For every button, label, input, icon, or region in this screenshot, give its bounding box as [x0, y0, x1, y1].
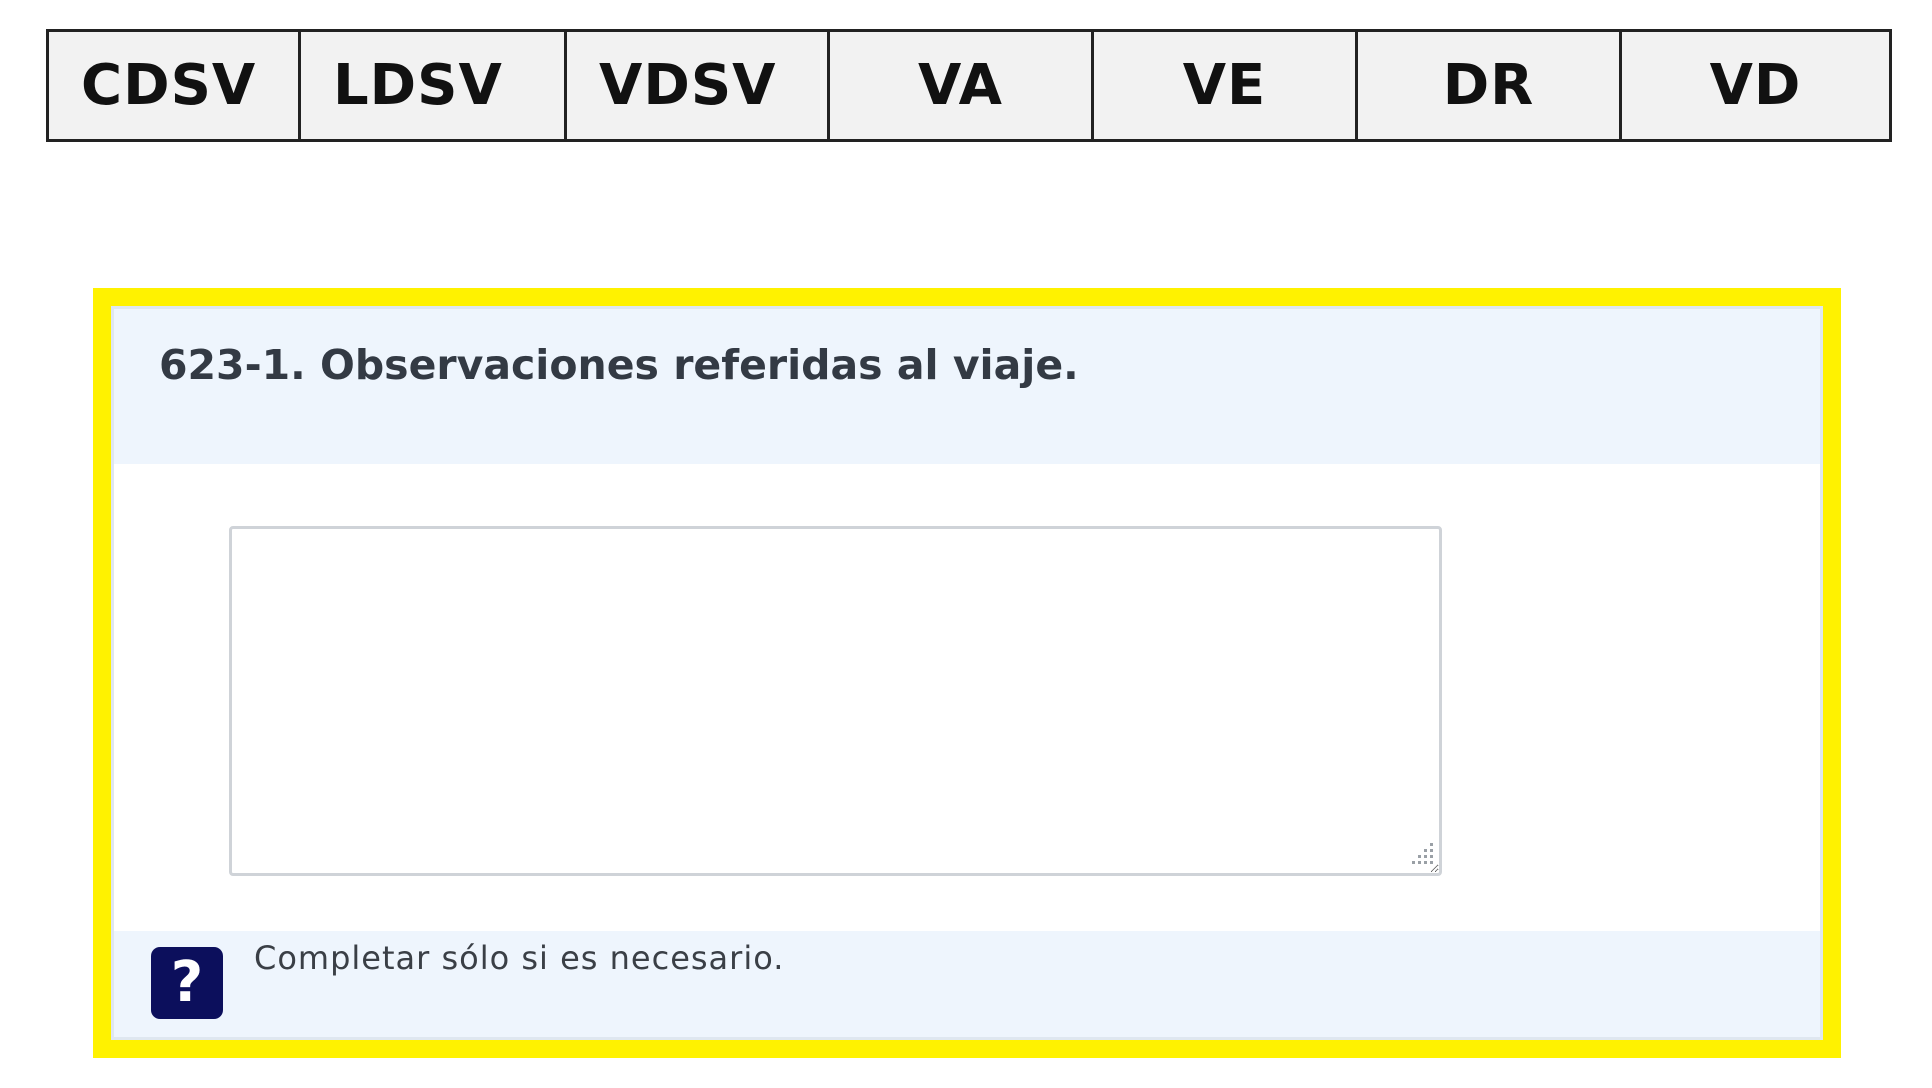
tab-dr[interactable]: DR [1358, 32, 1622, 139]
tab-cdsv[interactable]: CDSV [49, 32, 301, 139]
tab-va[interactable]: VA [830, 32, 1094, 139]
tab-ve[interactable]: VE [1094, 32, 1358, 139]
question-highlight-frame: 623-1. Observaciones referidas al viaje.… [93, 288, 1841, 1058]
question-header: 623-1. Observaciones referidas al viaje. [114, 309, 1820, 464]
observations-textarea[interactable] [229, 526, 1442, 876]
question-help-bar: ? Completar sólo si es necesario. [114, 931, 1820, 1037]
question-mark-icon[interactable]: ? [151, 947, 223, 1019]
tab-vdsv[interactable]: VDSV [567, 32, 830, 139]
help-text: Completar sólo si es necesario. [254, 939, 785, 977]
question-title: 623-1. Observaciones referidas al viaje. [159, 341, 1079, 389]
tab-vd[interactable]: VD [1622, 32, 1889, 139]
resize-grip-icon[interactable] [1406, 839, 1436, 869]
tab-ldsv[interactable]: LDSV [301, 32, 567, 139]
section-tab-strip: CDSV LDSV VDSV VA VE DR VD [46, 29, 1892, 142]
question-card: 623-1. Observaciones referidas al viaje.… [111, 306, 1823, 1040]
